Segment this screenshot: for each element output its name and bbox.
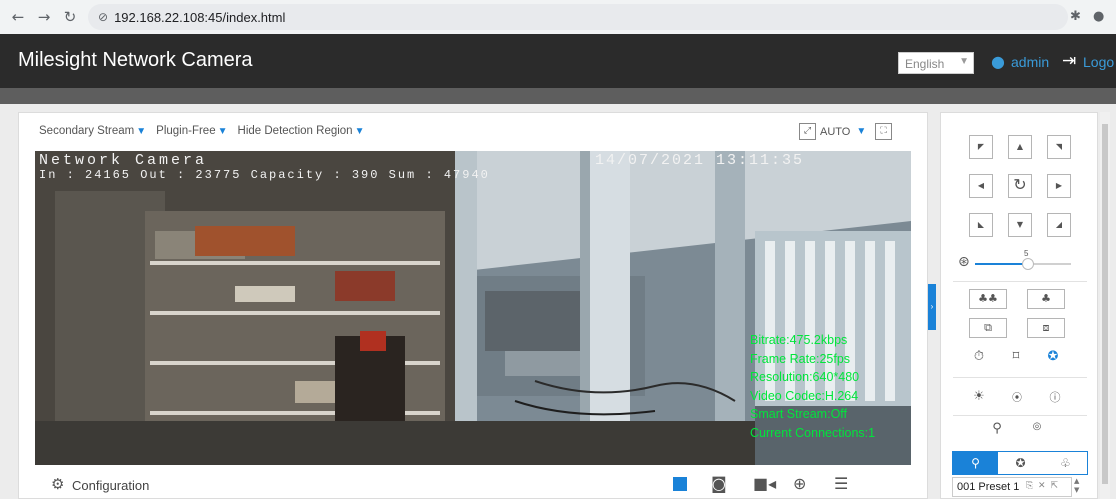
ptz-left-button[interactable]: ◀	[969, 174, 993, 198]
wiper-icon[interactable]: ⦿	[1007, 389, 1027, 404]
ptz-up-button[interactable]: ▲	[1008, 135, 1032, 159]
url-text[interactable]: 192.168.22.108:45/index.html	[114, 10, 285, 25]
profile-icon[interactable]: ●	[1093, 9, 1104, 24]
app-header: Milesight Network Camera English ▼ ● adm…	[0, 34, 1116, 88]
patrol-icon: ✪	[1015, 456, 1026, 470]
tab-presets[interactable]: ⚲	[953, 452, 998, 474]
header-band	[0, 88, 1116, 104]
chevron-down-icon: ▼	[959, 56, 969, 67]
tab-pattern[interactable]: ♧	[1043, 452, 1088, 474]
forward-icon[interactable]: →	[36, 8, 52, 26]
user-name[interactable]: admin	[1011, 54, 1049, 70]
stream-stats: Bitrate:475.2kbps Frame Rate:25fps Resol…	[750, 331, 875, 442]
ptz-down-button[interactable]: ▼	[1008, 213, 1032, 237]
extensions-icon[interactable]: ✱	[1070, 9, 1081, 24]
light-icon[interactable]: ☀	[969, 389, 989, 404]
ptz-up-left-button[interactable]: ◤	[969, 135, 993, 159]
logout-icon[interactable]: ⇥	[1062, 51, 1076, 71]
bottom-toolbar: ⚙ Configuration ◙ ■◂ ⊕ ☰	[19, 470, 929, 498]
chevron-down-icon: ▼	[136, 126, 147, 137]
plugin-select[interactable]: Plugin-Free ▼	[156, 125, 227, 137]
ptz-down-right-button[interactable]: ◢	[1047, 213, 1071, 237]
live-view-icon[interactable]	[673, 477, 687, 491]
record-icon[interactable]: ■◂	[753, 474, 776, 493]
pin-icon: ⚲	[971, 456, 980, 470]
speed-slider[interactable]	[975, 258, 1071, 270]
stream-select[interactable]: Secondary Stream ▼	[39, 125, 146, 137]
timestamp-overlay: 14/07/2021 13:11:35	[595, 152, 805, 169]
target-icon[interactable]: ◎	[1027, 421, 1047, 432]
preset-actions[interactable]: ⎘ ✕ ⇱	[1026, 481, 1059, 491]
zoom-icon[interactable]: ⊕	[793, 474, 806, 493]
app-title: Milesight Network Camera	[18, 49, 253, 71]
live-view-panel: Secondary Stream ▼ Plugin-Free ▼ Hide Dete…	[18, 112, 928, 499]
site-info-icon[interactable]: ⊘	[98, 10, 108, 24]
chevron-down-icon: ▼	[217, 126, 228, 137]
speed-icon: ⊛	[958, 254, 970, 270]
zoom-in-button[interactable]: ♣	[1027, 289, 1065, 309]
address-bar[interactable]: ⊘ 192.168.22.108:45/index.html	[88, 4, 1068, 30]
ptz-scrollbar[interactable]	[1100, 112, 1110, 499]
back-icon[interactable]: ←	[10, 8, 26, 26]
divider	[953, 415, 1087, 416]
tab-patrol[interactable]: ✪	[998, 452, 1043, 474]
ptz-right-button[interactable]: ▶	[1047, 174, 1071, 198]
speed-slider-handle[interactable]	[1021, 258, 1034, 270]
video-codec: Video Codec:H.264	[750, 388, 859, 403]
browser-toolbar: ← → ↻ ⊘ 192.168.22.108:45/index.html ✱ ●	[0, 0, 1116, 34]
ptz-down-left-button[interactable]: ◣	[969, 213, 993, 237]
focus-far-button[interactable]: ⧈	[1027, 318, 1065, 338]
video-stream[interactable]: Network Camera In : 24165 Out : 23775 Ca…	[35, 151, 911, 465]
home-position-icon[interactable]: ⚲	[987, 421, 1007, 436]
preset-list-item[interactable]: 001 Preset 1 ⎘ ✕ ⇱	[952, 477, 1072, 497]
speed-value: 5	[1024, 249, 1029, 258]
panel-toggle[interactable]: ›	[928, 284, 936, 330]
fit-window-icon[interactable]: ⤢	[799, 123, 816, 140]
one-push-focus-icon[interactable]: ⏱	[969, 349, 989, 364]
gear-icon[interactable]: ⚙	[51, 475, 64, 493]
smart-stream: Smart Stream:Off	[750, 407, 848, 421]
bitrate: Bitrate:475.2kbps	[750, 333, 848, 347]
speed-slider-fill	[975, 263, 1028, 265]
ptz-up-right-button[interactable]: ◥	[1047, 135, 1071, 159]
people-counting-overlay: In : 24165 Out : 23775 Capacity : 390 Su…	[39, 168, 490, 182]
resolution: Resolution:640*480	[750, 370, 860, 384]
user-icon: ●	[991, 52, 1005, 71]
overlay-title: Network Camera	[39, 152, 208, 169]
settings-sliders-icon[interactable]: ☰	[834, 474, 848, 493]
zoom-out-button[interactable]: ♣♣	[969, 289, 1007, 309]
frame-rate: Frame Rate:25fps	[750, 351, 851, 366]
chevron-down-icon: ▼	[856, 126, 867, 137]
area-zoom-icon[interactable]: ⌑	[1006, 349, 1026, 364]
current-connections: Current Connections:1	[750, 425, 876, 440]
configuration-link[interactable]: Configuration	[72, 478, 149, 493]
ptz-panel: ◤ ▲ ◥ ◀ ↻ ▶ ◣ ▼ ◢ ⊛ 5 ♣♣ ♣ ⧉ ⧈ ⏱ ⌑ ✪ ☀ ⦿…	[940, 112, 1098, 499]
preset-scroll-arrows[interactable]: ▲ ▼	[1074, 477, 1079, 495]
language-value: English	[905, 57, 945, 71]
ptz-scrollbar-thumb[interactable]	[1102, 124, 1108, 484]
pattern-icon: ♧	[1060, 456, 1071, 470]
divider	[953, 281, 1087, 282]
fullscreen-icon[interactable]: ⛶	[875, 123, 892, 140]
focus-near-button[interactable]: ⧉	[969, 318, 1007, 338]
preset-name: 001 Preset 1	[957, 481, 1020, 493]
detection-region-select[interactable]: Hide Detection Region ▼	[238, 125, 365, 137]
ptz-auto-scan-button[interactable]: ↻	[1008, 174, 1032, 198]
stream-toolbar: Secondary Stream ▼ Plugin-Free ▼ Hide Dete…	[39, 125, 365, 137]
language-select[interactable]: English ▼	[898, 52, 974, 74]
info-icon[interactable]: ⓘ	[1045, 389, 1065, 405]
divider	[953, 377, 1087, 378]
chevron-down-icon: ▼	[354, 126, 365, 137]
ptz-settings-icon[interactable]: ✪	[1043, 349, 1063, 364]
logout-link[interactable]: Logo	[1083, 54, 1114, 70]
aspect-value: AUTO	[820, 125, 851, 138]
snapshot-icon[interactable]: ◙	[711, 474, 727, 493]
preset-tabs: ⚲ ✪ ♧	[952, 451, 1088, 475]
aspect-select[interactable]: ⤢ AUTO ▼	[799, 123, 866, 140]
reload-icon[interactable]: ↻	[62, 8, 78, 26]
